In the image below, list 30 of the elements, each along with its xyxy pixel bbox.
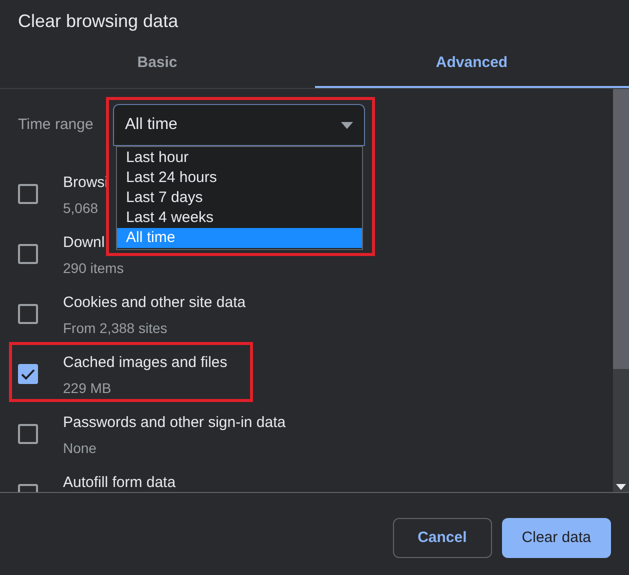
checkbox[interactable] bbox=[18, 424, 38, 444]
time-range-label: Time range bbox=[18, 114, 94, 135]
checkmark-icon bbox=[21, 368, 35, 380]
scroll-down-icon[interactable] bbox=[613, 482, 629, 492]
item-title: Cookies and other site data bbox=[63, 293, 246, 313]
scrollbar-thumb[interactable] bbox=[613, 89, 629, 369]
item-detail: None bbox=[63, 439, 98, 458]
clear-data-button[interactable]: Clear data bbox=[502, 518, 611, 558]
checkbox[interactable] bbox=[18, 304, 38, 324]
item-detail: 229 MB bbox=[63, 379, 112, 398]
dropdown-option[interactable]: Last 24 hours bbox=[117, 168, 362, 188]
item-title: Passwords and other sign-in data bbox=[63, 413, 286, 433]
caret-icon bbox=[341, 122, 353, 128]
item-title: Autofill form data bbox=[63, 473, 176, 492]
tab[interactable]: Advanced bbox=[314, 40, 629, 88]
tab[interactable]: Basic bbox=[0, 40, 314, 88]
item-detail: From 2,388 sites bbox=[63, 319, 168, 338]
dialog-title: Clear browsing data bbox=[17, 10, 180, 33]
time-range-select[interactable]: All time bbox=[113, 104, 365, 146]
dropdown-option[interactable]: Last 4 weeks bbox=[117, 208, 362, 228]
item-title: Downl bbox=[63, 233, 106, 253]
cancel-button[interactable]: Cancel bbox=[392, 518, 492, 558]
dropdown-option[interactable]: Last 7 days bbox=[117, 188, 362, 208]
item-detail: 5,068 bbox=[63, 199, 100, 218]
checkbox[interactable] bbox=[18, 364, 38, 384]
dropdown-option[interactable]: Last hour bbox=[117, 148, 362, 168]
checkbox[interactable] bbox=[18, 184, 38, 204]
item-title: Cached images and files bbox=[63, 353, 228, 373]
checkbox[interactable] bbox=[18, 244, 38, 264]
item-detail: 290 items bbox=[63, 259, 124, 278]
